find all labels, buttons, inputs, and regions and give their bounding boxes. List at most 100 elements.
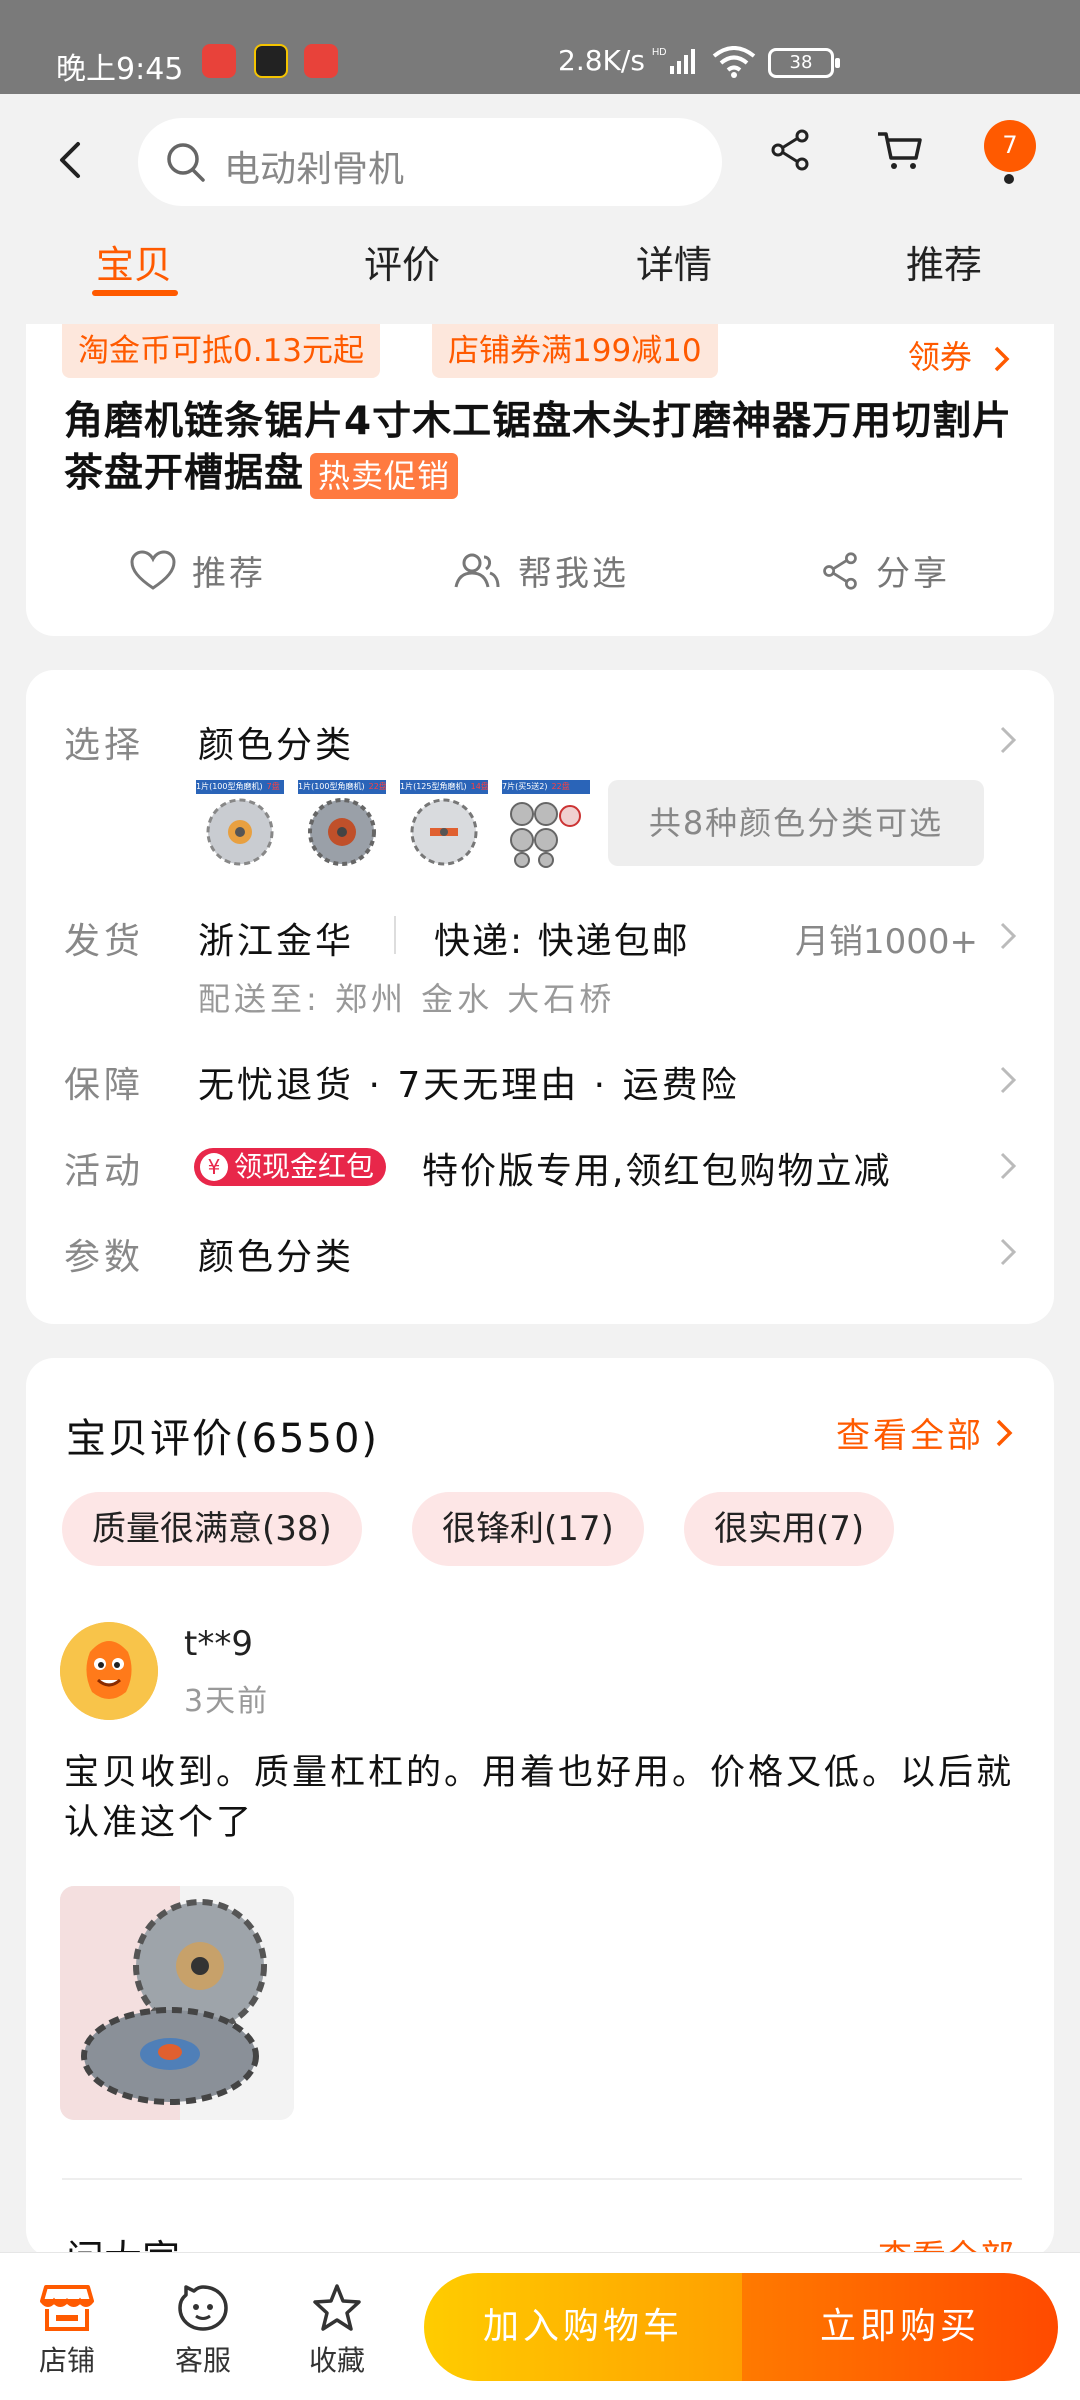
star-icon bbox=[313, 2284, 361, 2331]
reviews-title: 宝贝评价(6550) bbox=[66, 1416, 380, 1462]
avatar[interactable] bbox=[60, 1622, 158, 1720]
review-tag-sharp[interactable]: 很锋利(17) bbox=[412, 1492, 644, 1566]
favorite-label: 收藏 bbox=[308, 2344, 365, 2377]
notification-app-icon bbox=[202, 44, 236, 78]
status-time: 晚上9:45 bbox=[56, 52, 184, 87]
shop-label: 店铺 bbox=[38, 2344, 95, 2377]
shop-coupon[interactable]: 店铺券满199减10 bbox=[432, 324, 718, 378]
tab-reviews[interactable]: 评价 bbox=[364, 234, 440, 289]
chevron-right-icon[interactable] bbox=[998, 724, 1018, 756]
variant-thumbnail[interactable]: 1片(125型角磨机) 14盘 bbox=[400, 780, 488, 868]
more-variants-button[interactable]: 共8种颜色分类可选 bbox=[608, 780, 984, 866]
ship-label: 发货 bbox=[64, 921, 145, 962]
chevron-right-icon[interactable] bbox=[998, 1150, 1018, 1182]
tab-details[interactable]: 详情 bbox=[636, 234, 712, 289]
get-coupon-link[interactable]: 领券 bbox=[908, 332, 1012, 378]
chevron-right-icon[interactable] bbox=[998, 920, 1018, 952]
divider bbox=[62, 2178, 1022, 2180]
search-icon bbox=[164, 140, 208, 188]
chevron-right-icon bbox=[994, 346, 1010, 372]
variant-tag: 7片(买5送2) 22盘 bbox=[502, 780, 590, 794]
saw-blade-image bbox=[410, 798, 478, 866]
variant-thumbnail[interactable]: 1片(100型角磨机) 7盘 bbox=[196, 780, 284, 868]
saw-blade-photo bbox=[60, 1886, 294, 2120]
cart-icon[interactable] bbox=[876, 128, 924, 176]
cart-count-badge: 7 bbox=[984, 120, 1036, 172]
variant-tag: 1片(125型角磨机) 14盘 bbox=[400, 780, 488, 794]
variant-tag: 1片(100型角磨机) 7盘 bbox=[196, 780, 284, 794]
saw-blade-image bbox=[206, 798, 274, 866]
select-value[interactable]: 颜色分类 bbox=[198, 716, 354, 768]
ship-method: 快递: 快递包邮 bbox=[434, 921, 690, 962]
review-photo[interactable] bbox=[60, 1886, 294, 2120]
service-face-icon bbox=[178, 2285, 228, 2331]
favorite-button[interactable]: 收藏 bbox=[292, 2283, 382, 2379]
buy-now-button[interactable]: 立即购买 bbox=[742, 2273, 1058, 2381]
params-value[interactable]: 颜色分类 bbox=[198, 1228, 354, 1280]
active-tab-underline bbox=[92, 290, 178, 296]
heart-icon bbox=[130, 549, 176, 590]
recommend-button[interactable]: 推荐 bbox=[130, 546, 266, 595]
share-icon[interactable] bbox=[768, 128, 812, 176]
saw-blade-image bbox=[308, 798, 376, 866]
red-packet-label: 领现金红包 bbox=[234, 1150, 375, 1183]
taobao-mascot-avatar bbox=[60, 1622, 158, 1720]
guarantee-value[interactable]: 无忧退货 · 7天无理由 · 运费险 bbox=[198, 1056, 740, 1108]
more-menu-icon[interactable] bbox=[1004, 174, 1014, 184]
back-arrow-icon[interactable] bbox=[52, 140, 92, 180]
bottom-action-bar: 店铺 客服 收藏 加入购物车 立即购买 bbox=[0, 2252, 1080, 2400]
service-label: 客服 bbox=[174, 2344, 231, 2377]
taojinbi-coupon[interactable]: 淘金币可抵0.13元起 bbox=[62, 324, 381, 378]
monthly-sales: 月销1000+ bbox=[794, 922, 978, 962]
chevron-right-icon[interactable] bbox=[998, 1236, 1018, 1268]
svg-text:HD: HD bbox=[652, 47, 666, 58]
select-label: 选择 bbox=[64, 725, 145, 766]
view-all-reviews-link[interactable]: 查看全部 bbox=[836, 1408, 1014, 1457]
get-coupon-label: 领券 bbox=[907, 338, 972, 376]
shop-button[interactable]: 店铺 bbox=[22, 2283, 112, 2379]
battery-indicator: 38 bbox=[768, 48, 840, 78]
search-bar[interactable]: 电动剁骨机 bbox=[138, 118, 722, 206]
tab-recommend[interactable]: 推荐 bbox=[906, 234, 982, 289]
reviews-card: 宝贝评价(6550) 查看全部 质量很满意(38) 很锋利(17) 很实用(7)… bbox=[26, 1358, 1054, 2258]
help-choose-label: 帮我选 bbox=[518, 554, 629, 594]
signal-icon: HD bbox=[652, 44, 698, 80]
tab-baobei[interactable]: 宝贝 bbox=[96, 234, 172, 289]
status-bar: 晚上9:45 2.8K/s HD 38 bbox=[0, 0, 1080, 94]
activity-value[interactable]: 特价版专用,领红包购物立减 bbox=[422, 1142, 891, 1194]
share-action-button[interactable]: 分享 bbox=[820, 546, 950, 595]
recommend-label: 推荐 bbox=[192, 554, 266, 594]
variant-thumbnail[interactable]: 1片(100型角磨机) 22盘 bbox=[298, 780, 386, 868]
guarantee-label: 保障 bbox=[64, 1065, 145, 1106]
yen-icon: ¥ bbox=[200, 1153, 228, 1181]
review-text: 宝贝收到。质量杠杠的。用着也好用。价格又低。以后就认准这个了 bbox=[64, 1753, 1015, 1843]
search-placeholder: 电动剁骨机 bbox=[224, 149, 405, 190]
variant-thumbnail[interactable]: 7片(买5送2) 22盘 bbox=[502, 780, 590, 868]
variant-tag: 1片(100型角磨机) 22盘 bbox=[298, 780, 386, 794]
wifi-icon bbox=[712, 46, 756, 82]
review-time: 3天前 bbox=[184, 1684, 270, 1719]
product-title: 角磨机链条锯片4寸木工锯盘木头打磨神器万用切割片茶盘开槽据盘 热卖促销 bbox=[64, 396, 1044, 500]
params-label: 参数 bbox=[64, 1237, 145, 1278]
product-header: 电动剁骨机 7 宝贝 评价 详情 推荐 bbox=[0, 94, 1080, 324]
notification-game-icon bbox=[254, 44, 288, 78]
divider bbox=[394, 916, 396, 954]
chevron-right-icon[interactable] bbox=[998, 1064, 1018, 1096]
delivery-address[interactable]: 配送至: 郑州 金水 大石桥 bbox=[198, 974, 615, 1020]
customer-service-button[interactable]: 客服 bbox=[158, 2283, 248, 2379]
notification-app-icon bbox=[304, 44, 338, 78]
review-tag-practical[interactable]: 很实用(7) bbox=[684, 1492, 895, 1566]
saw-blade-set-image bbox=[510, 802, 581, 868]
red-packet-badge[interactable]: ¥ 领现金红包 bbox=[194, 1148, 387, 1186]
product-spec-card: 选择 颜色分类 1片(100型角磨机) 7盘 1片(100型角磨机) 22盘 1片(… bbox=[26, 670, 1054, 1324]
activity-label: 活动 bbox=[64, 1151, 145, 1192]
shop-icon bbox=[40, 2285, 94, 2331]
product-info-card: 淘金币可抵0.13元起 店铺券满199减10 领券 角磨机链条锯片4寸木工锯盘木… bbox=[26, 324, 1054, 636]
review-tag-quality[interactable]: 质量很满意(38) bbox=[62, 1492, 362, 1566]
product-title-text: 角磨机链条锯片4寸木工锯盘木头打磨神器万用切割片茶盘开槽据盘 bbox=[64, 399, 1013, 496]
hot-sale-badge: 热卖促销 bbox=[310, 452, 459, 499]
add-to-cart-button[interactable]: 加入购物车 bbox=[424, 2273, 742, 2381]
people-icon bbox=[454, 553, 500, 587]
help-choose-button[interactable]: 帮我选 bbox=[452, 546, 629, 595]
reviewer-name: t**9 bbox=[184, 1624, 253, 1664]
